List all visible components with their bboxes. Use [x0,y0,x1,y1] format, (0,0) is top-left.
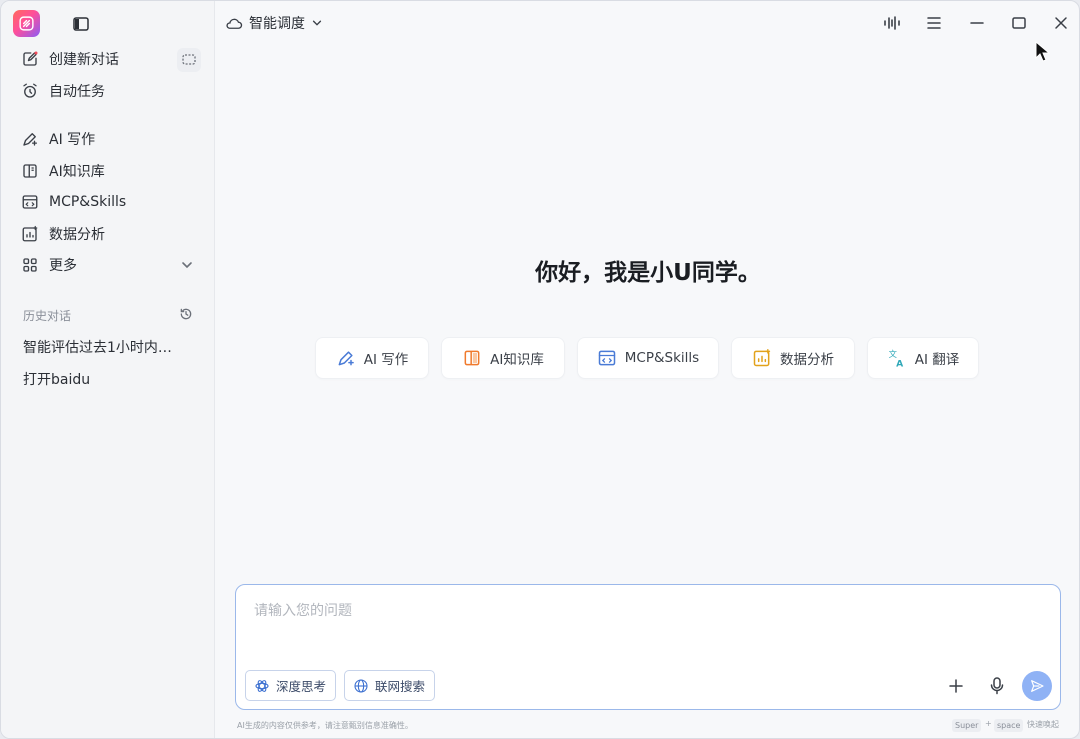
sidebar-item-knowledge-base[interactable]: AI知识库 [13,157,203,185]
deep-think-toggle[interactable]: 深度思考 [245,670,336,701]
history-section-label: 历史对话 [23,309,72,323]
auto-tasks-label: 自动任务 [49,84,105,100]
close-icon [1055,17,1067,29]
alarm-clock-icon [23,83,37,98]
send-icon [1031,680,1044,692]
mouse-cursor-icon [1035,41,1051,62]
chat-composer: 深度思考 联网搜索 [235,584,1061,710]
plus-icon [949,679,963,693]
window-code-icon [598,350,616,366]
voice-input-button[interactable] [986,675,1008,697]
app-window: 创建新对话 自动任务 AI 写作 AI知识库 MCP&Skills 数据分析 更… [0,0,1080,739]
sidebar-item-label: 更多 [49,258,77,274]
send-button[interactable] [1022,671,1052,701]
sidebar: 创建新对话 自动任务 AI 写作 AI知识库 MCP&Skills 数据分析 更… [1,1,215,738]
grid-icon [23,258,37,272]
sound-wave-icon [884,16,900,30]
new-chat-button[interactable]: 创建新对话 [13,45,203,73]
sidebar-item-label: 数据分析 [49,227,105,243]
voice-wave-button[interactable] [881,13,903,33]
new-chat-label: 创建新对话 [49,52,119,68]
history-icon[interactable] [179,307,193,321]
window-code-icon [22,195,38,209]
translate-icon: 文 A [888,349,904,368]
quick-action-translate[interactable]: 文 A AI 翻译 [867,337,979,379]
sidebar-toggle-icon [73,17,89,31]
quick-action-label: AI 写作 [363,352,409,368]
chart-icon [22,225,38,242]
dashed-chat-icon [182,54,196,65]
quick-action-label: MCP&Skills [624,350,700,366]
chevron-down-icon [312,20,322,26]
quick-action-mcp-skills[interactable]: MCP&Skills [577,337,719,379]
menu-button[interactable] [923,13,945,33]
book-icon [23,164,37,178]
chart-icon [753,349,771,367]
sidebar-toggle-button[interactable] [71,14,91,34]
mode-title: 智能调度 [249,16,305,32]
history-item[interactable]: 智能评估过去1小时内… [23,337,193,357]
quick-action-label: 数据分析 [780,352,834,368]
sidebar-item-more[interactable]: 更多 [13,251,203,279]
sidebar-item-label: MCP&Skills [49,194,127,210]
sidebar-item-ai-writing[interactable]: AI 写作 [13,125,203,153]
microphone-icon [990,677,1004,695]
close-button[interactable] [1050,13,1072,33]
new-chat-menu-button[interactable] [177,48,201,72]
quick-action-ai-writing[interactable]: AI 写作 [315,337,429,379]
pen-sparkle-icon [23,133,38,146]
auto-tasks-button[interactable]: 自动任务 [13,77,203,105]
app-logo-icon [19,16,34,31]
sidebar-item-mcp-skills[interactable]: MCP&Skills [13,188,203,216]
edit-icon [23,51,38,66]
chat-input[interactable] [254,599,1034,623]
greeting-heading: 你好，我是小U同学。 [535,260,761,286]
quick-action-label: AI 翻译 [914,352,960,368]
sidebar-item-label: AI知识库 [49,164,105,180]
pen-sparkle-icon [338,351,354,366]
svg-text:A: A [896,358,904,368]
shortcut-key-super: Super [952,719,982,732]
history-item[interactable]: 打开baidu [23,369,193,389]
mode-selector[interactable]: 智能调度 [225,13,323,33]
web-search-label: 联网搜索 [375,679,426,694]
shortcut-label: 快速唤起 [1027,720,1059,729]
quick-action-label: AI知识库 [490,352,544,368]
add-attachment-button[interactable] [945,675,967,697]
quick-action-data-analysis[interactable]: 数据分析 [731,337,855,379]
shortcut-plus: + [985,719,992,728]
app-logo [13,10,40,37]
chevron-down-icon[interactable] [180,258,194,272]
web-search-toggle[interactable]: 联网搜索 [344,670,435,701]
shortcut-key-space: space [994,719,1024,732]
quick-action-knowledge-base[interactable]: AI知识库 [441,337,565,379]
globe-icon [354,678,368,693]
maximize-button[interactable] [1008,13,1030,33]
sidebar-item-label: AI 写作 [49,132,96,148]
cloud-icon [226,18,243,29]
deep-think-label: 深度思考 [276,679,327,694]
minimize-button[interactable] [966,13,988,33]
minimize-icon [970,22,984,24]
maximize-icon [1012,17,1026,29]
hamburger-icon [927,17,941,29]
atom-icon [255,679,269,692]
ai-disclaimer: AI生成的内容仅供参考，请注意甄别信息准确性。 [237,721,413,730]
book-icon [464,350,480,366]
sidebar-item-data-analysis[interactable]: 数据分析 [13,220,203,248]
